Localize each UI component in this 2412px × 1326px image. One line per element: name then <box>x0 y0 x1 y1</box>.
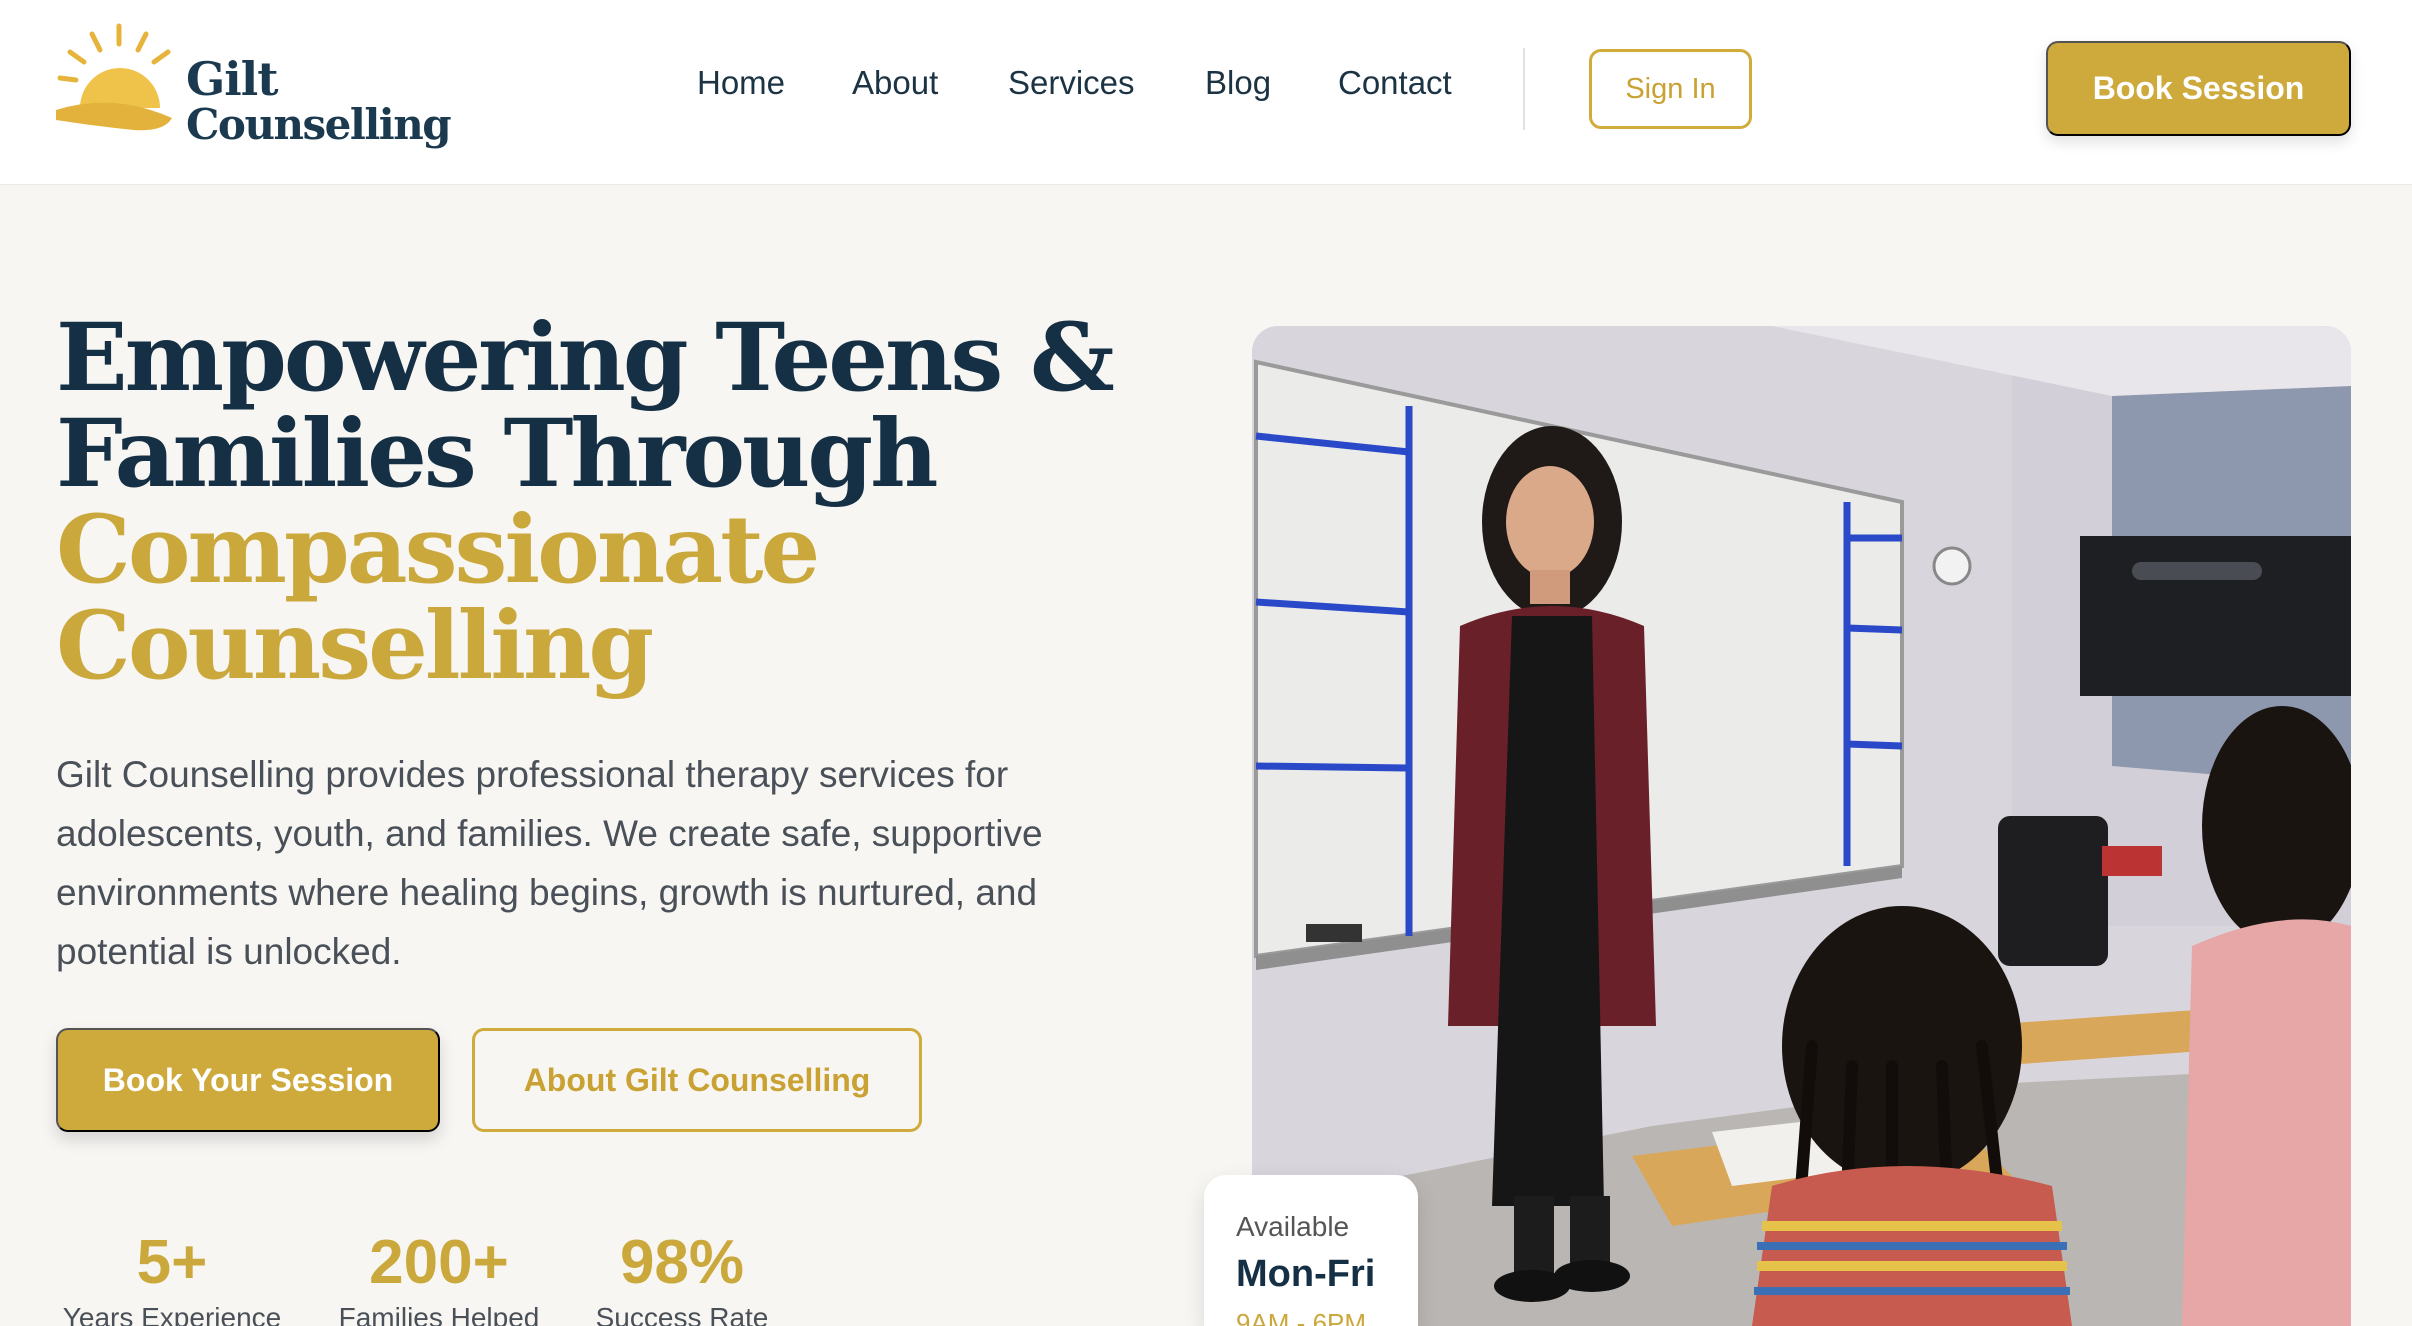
classroom-illustration <box>1252 326 2351 1326</box>
stat-label: Success Rate <box>595 1302 769 1326</box>
stat-years: 5+ Years Experience <box>56 1228 288 1326</box>
hero-title-line2: Families Through <box>56 399 938 509</box>
nav-blog[interactable]: Blog <box>1205 64 1271 102</box>
stat-success: 98% Success Rate <box>592 1228 772 1326</box>
nav-divider <box>1523 48 1525 130</box>
availability-hours: 9AM - 6PM <box>1236 1308 1367 1326</box>
hero-title-line4: Counselling <box>56 591 654 701</box>
brand-name-line2: Counselling <box>186 100 452 149</box>
nav-about[interactable]: About <box>852 64 938 102</box>
nav-services[interactable]: Services <box>1008 64 1135 102</box>
brand-name-line1: Gilt <box>186 52 278 106</box>
book-session-button[interactable]: Book Session <box>2046 41 2351 136</box>
stat-families: 200+ Families Helped <box>334 1228 544 1326</box>
site-header: Gilt Counselling Home About Services Blo… <box>0 0 2412 185</box>
sun-logo-icon <box>56 23 172 131</box>
stat-label: Families Helped <box>338 1302 540 1326</box>
stat-value: 5+ <box>136 1228 208 1297</box>
availability-label: Available <box>1236 1211 1350 1242</box>
stat-value: 98% <box>619 1228 745 1297</box>
stat-value: 200+ <box>369 1228 509 1297</box>
availability-card: Available Mon-Fri 9AM - 6PM <box>1204 1175 1418 1326</box>
stat-label: Years Experience <box>62 1302 282 1326</box>
hero-title: Empowering Teens & Families Through Comp… <box>56 310 1156 694</box>
brand-logo[interactable]: Gilt Counselling <box>54 22 452 162</box>
nav-home[interactable]: Home <box>697 64 785 102</box>
availability-days: Mon-Fri <box>1236 1253 1376 1295</box>
hero-title-line3: Compassionate <box>56 495 820 605</box>
hero-title-line1: Empowering Teens & <box>56 303 1115 413</box>
about-gilt-button[interactable]: About Gilt Counselling <box>472 1028 922 1132</box>
sign-in-button[interactable]: Sign In <box>1589 49 1752 129</box>
hero-photo <box>1252 326 2351 1326</box>
hero-description: Gilt Counselling provides professional t… <box>56 754 1043 972</box>
book-your-session-button[interactable]: Book Your Session <box>56 1028 440 1132</box>
nav-contact[interactable]: Contact <box>1338 64 1452 102</box>
